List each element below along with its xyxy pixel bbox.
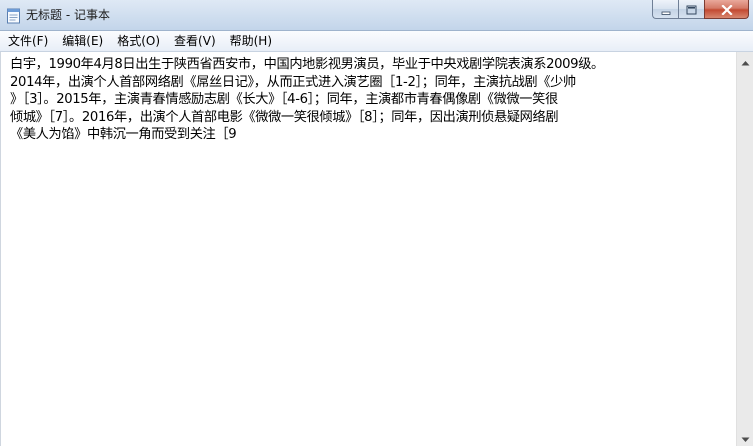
document-line: 《美人为馅》中韩沉一角而受到关注［9 — [10, 127, 237, 143]
document-line: 》［3］。2015年，主演青春情感励志剧《长大》［4-6］；同年，主演都市青春偶… — [10, 92, 558, 108]
window-title: 无标题 - 记事本 — [26, 8, 110, 22]
scroll-up-button[interactable] — [737, 52, 753, 69]
text-editor[interactable]: 白宇，1990年4月8日出生于陕西省西安市，中国内地影视男演员，毕业于中央戏剧学… — [0, 52, 736, 446]
minimize-button[interactable] — [652, 0, 678, 19]
menu-help[interactable]: 帮助(H) — [224, 32, 278, 50]
document-content[interactable]: 白宇，1990年4月8日出生于陕西省西安市，中国内地影视男演员，毕业于中央戏剧学… — [10, 56, 732, 144]
maximize-button[interactable] — [678, 0, 704, 19]
scroll-up-arrow-icon — [741, 51, 750, 70]
menu-view[interactable]: 查看(V) — [168, 32, 222, 50]
menu-format[interactable]: 格式(O) — [111, 32, 166, 50]
vertical-scrollbar[interactable] — [736, 52, 753, 446]
close-icon — [720, 0, 733, 19]
title-bar[interactable]: 无标题 - 记事本 — [0, 0, 753, 31]
document-line: 2014年，出演个人首部网络剧《屌丝日记》，从而正式进入演艺圈［1-2］；同年，… — [10, 74, 576, 90]
scroll-down-arrow-icon — [741, 428, 750, 446]
minimize-icon — [661, 0, 671, 19]
document-line: 白宇，1990年4月8日出生于陕西省西安市，中国内地影视男演员，毕业于中央戏剧学… — [10, 57, 604, 72]
notepad-icon[interactable] — [6, 7, 21, 24]
menu-file[interactable]: 文件(F) — [2, 32, 54, 50]
scroll-down-button[interactable] — [737, 429, 753, 446]
menu-bar: 文件(F) 编辑(E) 格式(O) 查看(V) 帮助(H) — [0, 31, 753, 52]
maximize-icon — [686, 0, 697, 19]
notepad-window: 无标题 - 记事本 文件(F) 编辑(E) 格式(O) 查看(V) 帮助(H) … — [0, 0, 753, 446]
document-line: 倾城》［7］。2016年，出演个人首部电影《微微一笑很倾城》［8］；同年，因出演… — [10, 109, 559, 125]
close-button[interactable] — [704, 0, 749, 19]
caption-buttons — [652, 0, 749, 20]
menu-edit[interactable]: 编辑(E) — [56, 32, 109, 50]
